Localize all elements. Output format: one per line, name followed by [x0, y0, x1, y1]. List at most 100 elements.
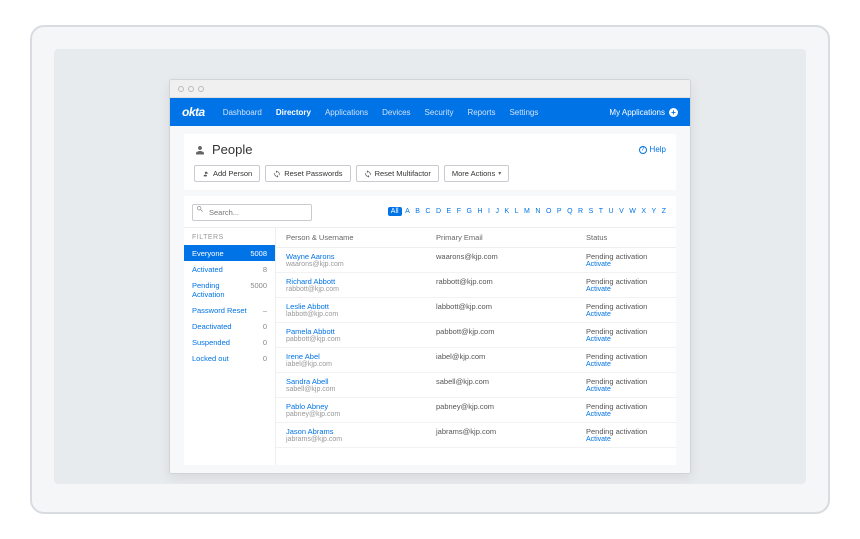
alpha-letter-S[interactable]: S — [587, 207, 596, 216]
nav-item-devices[interactable]: Devices — [382, 108, 410, 117]
nav-item-directory[interactable]: Directory — [276, 108, 311, 117]
window-close-dot[interactable] — [178, 86, 184, 92]
alpha-letter-N[interactable]: N — [533, 207, 542, 216]
alpha-letter-K[interactable]: K — [502, 207, 511, 216]
person-name-link[interactable]: Richard Abbott — [286, 277, 436, 286]
person-username: pabbott@kjp.com — [286, 336, 436, 343]
alpha-letter-B[interactable]: B — [413, 207, 422, 216]
nav-item-dashboard[interactable]: Dashboard — [223, 108, 262, 117]
people-table: Person & Username Primary Email Status W… — [276, 228, 676, 465]
window-max-dot[interactable] — [198, 86, 204, 92]
alpha-all[interactable]: All — [388, 207, 402, 216]
alpha-letter-L[interactable]: L — [513, 207, 521, 216]
activate-link[interactable]: Activate — [586, 411, 666, 418]
person-icon — [194, 144, 206, 156]
alpha-letter-H[interactable]: H — [475, 207, 484, 216]
nav-item-reports[interactable]: Reports — [467, 108, 495, 117]
activate-link[interactable]: Activate — [586, 386, 666, 393]
alpha-letter-T[interactable]: T — [597, 207, 605, 216]
alpha-letter-Y[interactable]: Y — [650, 207, 659, 216]
person-name-link[interactable]: Pablo Abney — [286, 402, 436, 411]
alpha-letter-W[interactable]: W — [627, 207, 638, 216]
activate-link[interactable]: Activate — [586, 311, 666, 318]
alpha-letter-V[interactable]: V — [617, 207, 626, 216]
col-header-person[interactable]: Person & Username — [286, 233, 436, 242]
filter-everyone[interactable]: Everyone5008 — [184, 245, 275, 261]
filter-deactivated[interactable]: Deactivated0 — [184, 318, 275, 334]
person-status: Pending activation — [586, 327, 666, 336]
add-person-button[interactable]: Add Person — [194, 165, 260, 182]
person-status: Pending activation — [586, 402, 666, 411]
my-applications-link[interactable]: My Applications + — [609, 108, 678, 117]
person-name-link[interactable]: Irene Abel — [286, 352, 436, 361]
nav-item-security[interactable]: Security — [425, 108, 454, 117]
filter-activated[interactable]: Activated8 — [184, 261, 275, 277]
person-name-link[interactable]: Wayne Aarons — [286, 252, 436, 261]
person-email: jabrams@kjp.com — [436, 427, 586, 436]
filter-label: Suspended — [192, 338, 230, 347]
activate-link[interactable]: Activate — [586, 336, 666, 343]
alpha-letter-X[interactable]: X — [639, 207, 648, 216]
person-email: pabbott@kjp.com — [436, 327, 586, 336]
person-username: sabell@kjp.com — [286, 386, 436, 393]
filter-suspended[interactable]: Suspended0 — [184, 334, 275, 350]
person-status: Pending activation — [586, 352, 666, 361]
search-row: All ABCDEFGHIJKLMNOPQRSTUVWXYZ — [184, 196, 676, 228]
person-email: labbott@kjp.com — [436, 302, 586, 311]
my-applications-label: My Applications — [609, 108, 665, 117]
alpha-letter-F[interactable]: F — [455, 207, 463, 216]
alpha-letter-C[interactable]: C — [423, 207, 432, 216]
reset-passwords-button[interactable]: Reset Passwords — [265, 165, 350, 182]
table-row: Jason Abramsjabrams@kjp.comjabrams@kjp.c… — [276, 423, 676, 448]
laptop-screen: okta DashboardDirectoryApplicationsDevic… — [54, 49, 806, 484]
alpha-letter-P[interactable]: P — [555, 207, 564, 216]
alpha-letter-Q[interactable]: Q — [565, 207, 574, 216]
filter-pending-activation[interactable]: Pending Activation5000 — [184, 277, 275, 302]
browser-titlebar — [170, 80, 690, 98]
filter-count: – — [263, 306, 267, 315]
page-body: People ? Help Add Person — [170, 126, 690, 473]
table-header: Person & Username Primary Email Status — [276, 228, 676, 248]
alpha-letter-D[interactable]: D — [434, 207, 443, 216]
alpha-letter-G[interactable]: G — [464, 207, 473, 216]
help-label: Help — [650, 145, 666, 154]
person-name-link[interactable]: Sandra Abell — [286, 377, 436, 386]
alpha-letter-I[interactable]: I — [486, 207, 492, 216]
more-actions-label: More Actions — [452, 169, 495, 178]
person-name-link[interactable]: Jason Abrams — [286, 427, 436, 436]
filter-password-reset[interactable]: Password Reset– — [184, 302, 275, 318]
filter-label: Pending Activation — [192, 281, 250, 299]
col-header-status[interactable]: Status — [586, 233, 666, 242]
filter-locked-out[interactable]: Locked out0 — [184, 350, 275, 366]
person-name-link[interactable]: Pamela Abbott — [286, 327, 436, 336]
nav-item-settings[interactable]: Settings — [509, 108, 538, 117]
alpha-letter-J[interactable]: J — [493, 207, 501, 216]
alpha-letter-R[interactable]: R — [576, 207, 585, 216]
activate-link[interactable]: Activate — [586, 436, 666, 443]
activate-link[interactable]: Activate — [586, 286, 666, 293]
activate-link[interactable]: Activate — [586, 361, 666, 368]
reset-multifactor-button[interactable]: Reset Multifactor — [356, 165, 439, 182]
search-input[interactable] — [192, 204, 312, 221]
page-title: People — [212, 142, 252, 157]
alpha-letter-M[interactable]: M — [522, 207, 532, 216]
help-link[interactable]: ? Help — [639, 145, 666, 154]
alpha-letter-E[interactable]: E — [445, 207, 454, 216]
main-content-row: FILTERS Everyone5008Activated8Pending Ac… — [184, 228, 676, 465]
person-username: labbott@kjp.com — [286, 311, 436, 318]
nav-item-applications[interactable]: Applications — [325, 108, 368, 117]
person-name-link[interactable]: Leslie Abbott — [286, 302, 436, 311]
alpha-letter-A[interactable]: A — [403, 207, 412, 216]
alpha-letter-U[interactable]: U — [607, 207, 616, 216]
filter-count: 5008 — [250, 249, 267, 258]
window-min-dot[interactable] — [188, 86, 194, 92]
col-header-email[interactable]: Primary Email — [436, 233, 586, 242]
person-status: Pending activation — [586, 277, 666, 286]
alpha-letter-O[interactable]: O — [544, 207, 553, 216]
person-username: rabbott@kjp.com — [286, 286, 436, 293]
refresh-icon — [273, 170, 281, 178]
filter-label: Locked out — [192, 354, 229, 363]
activate-link[interactable]: Activate — [586, 261, 666, 268]
more-actions-button[interactable]: More Actions ▾ — [444, 165, 509, 182]
alpha-letter-Z[interactable]: Z — [660, 207, 668, 216]
